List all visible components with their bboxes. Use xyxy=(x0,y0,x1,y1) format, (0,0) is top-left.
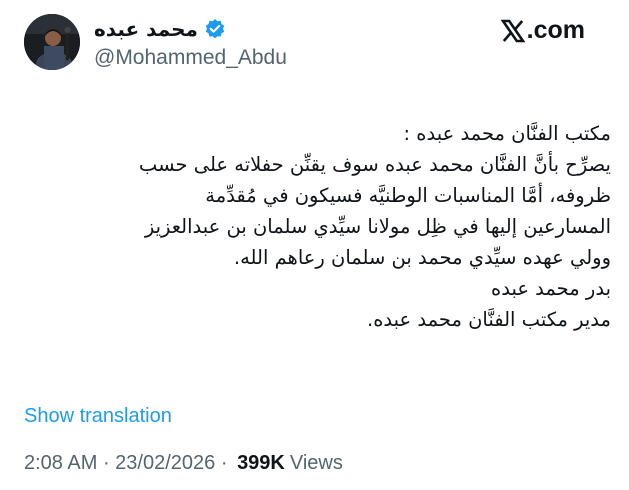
meta-dot: · xyxy=(215,452,234,474)
tweet-line: يصرِّح بأنَّ الفنَّان محمد عبده سوف يقنِ… xyxy=(138,153,611,176)
show-translation-link[interactable]: Show translation xyxy=(24,405,172,428)
tweet-line: وولي عهده سيِّدي محمد بن سلمان رعاهم الل… xyxy=(233,246,611,269)
brand-domain-suffix: .com xyxy=(526,16,585,44)
tweet-line: المسارعين إليها في ظِل مولانا سيِّدي سلم… xyxy=(144,215,611,238)
tweet-time[interactable]: 2:08 AM xyxy=(24,452,97,475)
views-count: 399K xyxy=(237,452,285,474)
x-logo-icon xyxy=(500,19,526,43)
tweet-line: مكتب الفنَّان محمد عبده : xyxy=(403,122,612,145)
author-display-name[interactable]: محمد عبده xyxy=(94,17,198,41)
brand-logo: .com xyxy=(500,16,585,45)
author-name-row[interactable]: محمد عبده xyxy=(94,15,226,43)
meta-separator: · xyxy=(97,452,116,474)
author-handle[interactable]: @Mohammed_Abdu xyxy=(94,46,287,70)
tweet-metadata: 2:08 AM · 23/02/2026 · 399K Views xyxy=(24,452,343,475)
verified-badge-icon xyxy=(204,18,226,40)
tweet-line: ظروفه، أمَّا المناسبات الوطنيَّه فسيكون … xyxy=(205,184,611,207)
tweet-date[interactable]: 23/02/2026 xyxy=(115,452,215,475)
tweet-line: مدير مكتب الفنَّان محمد عبده. xyxy=(367,308,611,331)
avatar[interactable] xyxy=(24,14,80,70)
tweet-header: محمد عبده @Mohammed_Abdu .com xyxy=(0,0,629,90)
tweet-text: مكتب الفنَّان محمد عبده : يصرِّح بأنَّ ا… xyxy=(11,118,611,335)
tweet-line: بدر محمد عبده xyxy=(491,277,611,300)
profile-photo xyxy=(24,14,80,70)
views-label: Views xyxy=(289,452,343,474)
